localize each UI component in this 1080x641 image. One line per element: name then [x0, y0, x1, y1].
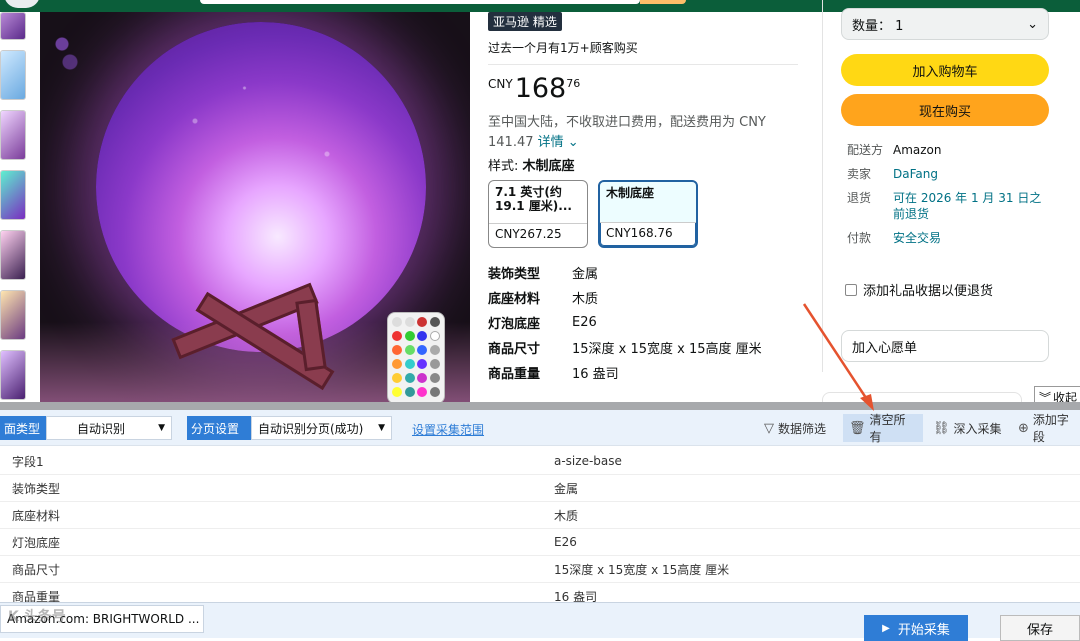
style-selected-value: 木制底座	[522, 159, 575, 174]
table-row[interactable]: 字段1 a-size-base	[0, 448, 1080, 475]
chevron-down-icon: ⌄	[1027, 16, 1038, 32]
table-row[interactable]: 底座材料 木质	[0, 502, 1080, 529]
page-type-select[interactable]: 自动识别 ▼	[46, 416, 172, 440]
meta-row: 退货 可在 2026 年 1 月 31 日之前退货	[847, 190, 1043, 222]
scraper-toolbar: 面类型 自动识别 ▼ 分页设置 自动识别分页(成功) ▼ 设置采集范围 ▽ 数据…	[0, 410, 1080, 446]
table-row[interactable]: 商品尺寸 15深度 x 15宽度 x 15高度 厘米	[0, 556, 1080, 583]
quantity-value: 1	[895, 18, 904, 34]
page-type-label: 面类型	[0, 416, 46, 440]
return-policy-link[interactable]: 可在 2026 年 1 月 31 日之前退货	[893, 190, 1043, 222]
meta-row: 卖家 DaFang	[847, 166, 1043, 182]
add-to-cart-button[interactable]: 加入购物车	[841, 54, 1049, 86]
price-currency: CNY	[488, 77, 513, 91]
price-fraction: 76	[566, 77, 581, 90]
swatch-option-selected[interactable]: 木制底座 CNY168.76	[598, 180, 698, 248]
collected-data-table: 字段1 a-size-base 装饰类型 金属 底座材料 木质 灯泡底座 E26 商品尺…	[0, 448, 1080, 610]
bought-count: 过去一个月有1万+顾客购买	[488, 41, 638, 55]
quantity-select[interactable]: 数量： 1 ⌄	[841, 8, 1049, 40]
seller-link[interactable]: DaFang	[893, 166, 1043, 182]
thumbnail[interactable]	[0, 290, 26, 340]
add-to-wishlist-button[interactable]: 加入心愿单	[841, 330, 1049, 362]
search-input[interactable]	[200, 0, 640, 4]
deep-collect-button[interactable]: ⛓ 深入采集	[927, 414, 1008, 442]
spec-row: 底座材料 木质	[488, 292, 599, 307]
seller-info: 配送方 Amazon 卖家 DaFang 退货 可在 2026 年 1 月 31 日之…	[847, 142, 1043, 254]
style-selector-label: 样式: 木制底座	[488, 159, 575, 174]
details-link[interactable]: 详情 ⌄	[538, 135, 579, 150]
style-swatches: 7.1 英寸(约 19.1 厘米)... CNY267.25 木制底座 CNY1…	[488, 180, 798, 248]
gift-receipt-option[interactable]: 添加礼品收据以便退货	[845, 280, 993, 299]
decor-flowers	[46, 20, 86, 80]
panel-splitter[interactable]	[0, 402, 1080, 410]
shipping-info: 至中国大陆，不收取进口费用，配送费用为 CNY 141.47 详情 ⌄	[488, 113, 798, 153]
thumbnail[interactable]	[0, 50, 26, 100]
meta-row: 付款 安全交易	[847, 230, 1043, 246]
play-icon: ▶	[882, 622, 890, 634]
wooden-stand	[150, 270, 370, 391]
site-logo[interactable]	[4, 0, 40, 8]
search-button[interactable]	[640, 0, 686, 4]
thumbnail[interactable]	[0, 12, 26, 40]
buy-box: 数量： 1 ⌄ 加入购物车 现在购买 配送方 Amazon 卖家 DaFang 退货…	[822, 0, 1080, 372]
swatch-price: CNY168.76	[600, 222, 696, 246]
shipping-text: 至中国大陆，不收取进口费用，配送费用为 CNY 141.47	[488, 115, 766, 150]
remote-control	[387, 312, 445, 402]
scraper-footer: Amazon.com: BRIGHTWORLD ... ▶ 开始采集 保存	[0, 602, 1080, 641]
swatch-option[interactable]: 7.1 英寸(约 19.1 厘米)... CNY267.25	[488, 180, 588, 248]
save-button[interactable]: 保存	[1000, 615, 1080, 641]
thumbnail[interactable]	[0, 170, 26, 220]
caret-down-icon: ▼	[158, 423, 165, 433]
amazon-choice-badge: 亚马逊 精选	[488, 12, 562, 31]
add-field-button[interactable]: ⊕ 添加字段	[1012, 413, 1080, 444]
table-row[interactable]: 灯泡底座 E26	[0, 529, 1080, 556]
chevron-down-icon: ⌄	[567, 135, 579, 150]
set-scope-link[interactable]: 设置采集范围	[412, 421, 484, 438]
swatch-title: 7.1 英寸(约 19.1 厘米)...	[495, 185, 572, 213]
price-whole: 168	[514, 73, 567, 104]
spec-row: 灯泡底座 E26	[488, 315, 597, 332]
secure-payment-link[interactable]: 安全交易	[893, 230, 1043, 246]
spec-row: 装饰类型 金属	[488, 267, 599, 282]
product-main-image[interactable]	[40, 12, 470, 402]
spec-row: 商品尺寸 15深度 x 15宽度 x 15高度 厘米	[488, 342, 762, 357]
thumbnail[interactable]	[0, 110, 26, 160]
price: CNY 168 76	[488, 73, 798, 113]
thumbnail[interactable]	[0, 350, 26, 400]
start-collect-button[interactable]: ▶ 开始采集	[864, 615, 968, 641]
swatch-title: 木制底座	[600, 182, 696, 222]
swatch-price: CNY267.25	[489, 223, 587, 247]
spec-row: 商品重量 16 盎司	[488, 367, 619, 382]
pagination-select[interactable]: 自动识别分页(成功) ▼	[251, 416, 392, 440]
filter-icon: ▽	[764, 420, 774, 436]
thumbnail-list	[0, 12, 30, 402]
filter-button[interactable]: ▽ 数据筛选	[758, 414, 832, 442]
meta-row: 配送方 Amazon	[847, 143, 942, 157]
link-icon: ⛓	[933, 420, 950, 436]
buy-now-button[interactable]: 现在购买	[841, 94, 1049, 126]
watermark: K 头条号	[8, 609, 66, 625]
product-info: 亚马逊 精选 过去一个月有1万+顾客购买 CNY 168 76 至中国大陆，不收…	[488, 12, 798, 385]
thumbnail[interactable]	[0, 230, 26, 280]
caret-down-icon: ▼	[378, 423, 385, 433]
clear-all-button[interactable]: 🗑 清空所有	[843, 413, 923, 444]
spec-table: 装饰类型 金属 底座材料 木质 灯泡底座 E26 商品尺寸 15深度 x 15宽度 x …	[488, 260, 798, 385]
divider	[488, 64, 798, 65]
trash-icon: 🗑	[849, 420, 866, 436]
pagination-label: 分页设置	[187, 416, 251, 440]
plus-circle-icon: ⊕	[1018, 420, 1029, 436]
gift-receipt-checkbox[interactable]	[845, 283, 857, 296]
table-row[interactable]: 装饰类型 金属	[0, 475, 1080, 502]
